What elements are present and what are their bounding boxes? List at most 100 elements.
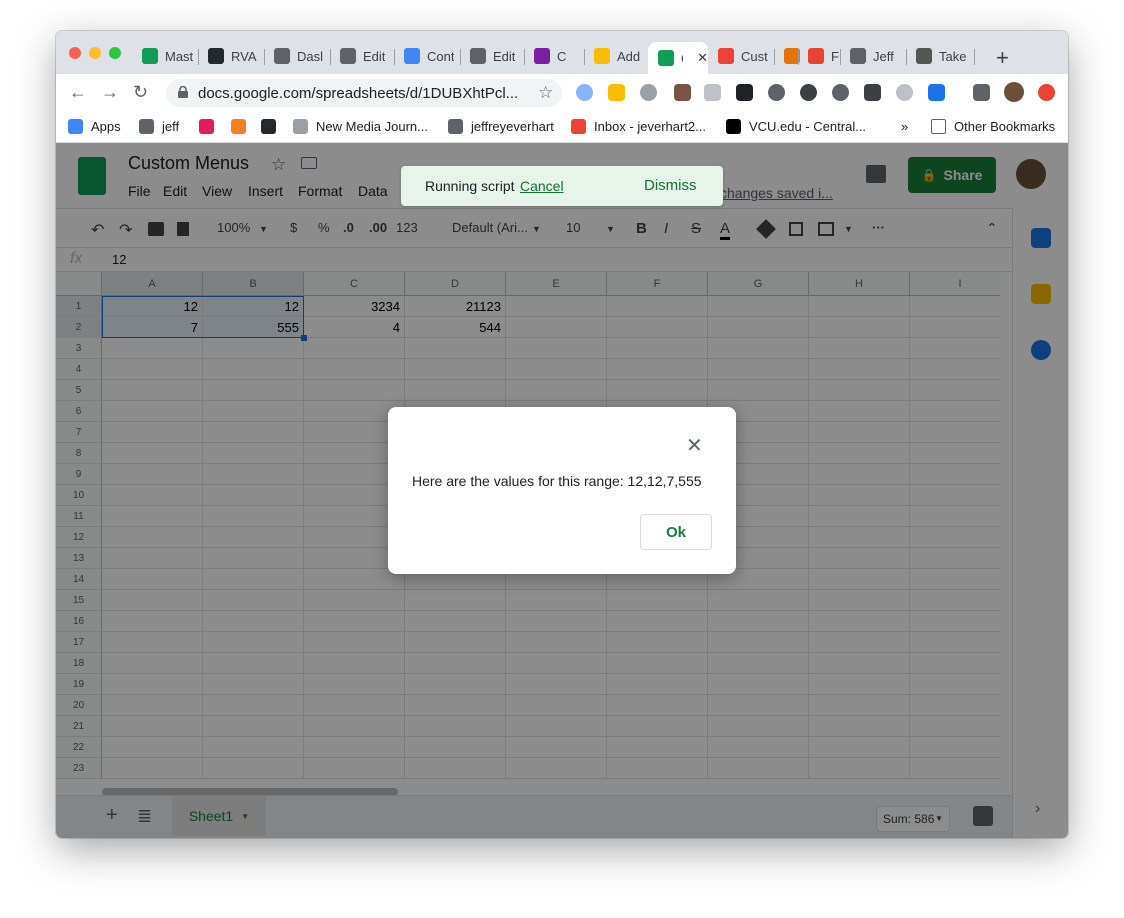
json-extension-icon[interactable]: [928, 84, 945, 101]
paint-format-icon[interactable]: [177, 222, 189, 236]
star-icon[interactable]: ☆: [271, 155, 286, 175]
font-chevron-icon[interactable]: ▼: [532, 224, 541, 234]
sheet-tab-chevron-icon[interactable]: ▼: [241, 812, 249, 821]
cell[interactable]: [708, 695, 809, 716]
cell[interactable]: [910, 737, 1000, 758]
cell[interactable]: [506, 359, 607, 380]
explore-icon[interactable]: [973, 806, 993, 826]
row-header[interactable]: 14: [56, 569, 102, 590]
cell[interactable]: [405, 632, 506, 653]
cell[interactable]: 544: [405, 317, 506, 338]
cell[interactable]: [102, 695, 203, 716]
close-icon[interactable]: ✕: [686, 433, 703, 458]
cell[interactable]: [405, 359, 506, 380]
row-header[interactable]: 16: [56, 611, 102, 632]
cell[interactable]: [607, 758, 708, 779]
cell[interactable]: [203, 674, 304, 695]
cell[interactable]: [809, 464, 910, 485]
row-header[interactable]: 17: [56, 632, 102, 653]
cell[interactable]: [506, 695, 607, 716]
cell[interactable]: [203, 758, 304, 779]
cell[interactable]: 21123: [405, 296, 506, 317]
dismiss-button[interactable]: Dismiss: [644, 177, 697, 194]
shield-check-icon[interactable]: [896, 84, 913, 101]
cell[interactable]: [809, 548, 910, 569]
row-header[interactable]: 13: [56, 548, 102, 569]
bookmark-3[interactable]: [231, 119, 254, 134]
cell[interactable]: [809, 737, 910, 758]
bold-button[interactable]: B: [636, 220, 647, 237]
formula-input[interactable]: 12: [112, 252, 126, 267]
cell[interactable]: [102, 569, 203, 590]
merge-cells-icon[interactable]: [818, 222, 834, 236]
menu-insert[interactable]: Insert: [248, 183, 283, 199]
grammarly-icon[interactable]: [800, 84, 817, 101]
cell[interactable]: [910, 632, 1000, 653]
row-header[interactable]: 19: [56, 674, 102, 695]
cell[interactable]: [102, 674, 203, 695]
cell[interactable]: [102, 716, 203, 737]
cell[interactable]: [304, 359, 405, 380]
bookmark-8[interactable]: VCU.edu - Central...: [726, 119, 866, 134]
cell[interactable]: [910, 611, 1000, 632]
zoom-select[interactable]: 100%: [217, 220, 250, 235]
cell[interactable]: [304, 695, 405, 716]
row-header[interactable]: 11: [56, 506, 102, 527]
currency-format-button[interactable]: $: [290, 220, 297, 235]
menu-view[interactable]: View: [202, 183, 232, 199]
bookmark-6[interactable]: jeffreyeverhart: [448, 119, 554, 134]
cell[interactable]: [405, 611, 506, 632]
cell[interactable]: [910, 569, 1000, 590]
cell[interactable]: [203, 338, 304, 359]
cell[interactable]: [506, 674, 607, 695]
cell[interactable]: [203, 527, 304, 548]
comments-icon[interactable]: [866, 165, 886, 183]
text-color-button[interactable]: A: [720, 220, 731, 240]
cell[interactable]: [708, 590, 809, 611]
reload-icon[interactable]: ↻: [133, 82, 148, 103]
cell[interactable]: [910, 653, 1000, 674]
maximize-window-button[interactable]: [109, 47, 121, 59]
row-header[interactable]: 22: [56, 737, 102, 758]
cell[interactable]: [102, 590, 203, 611]
cell[interactable]: [203, 359, 304, 380]
cell[interactable]: [304, 758, 405, 779]
cell[interactable]: [809, 380, 910, 401]
cell[interactable]: [102, 737, 203, 758]
row-header[interactable]: 2: [56, 317, 102, 338]
more-options-button[interactable]: ···: [872, 220, 885, 235]
cell[interactable]: [708, 611, 809, 632]
row-header[interactable]: 23: [56, 758, 102, 779]
cell[interactable]: [607, 380, 708, 401]
cell[interactable]: [506, 737, 607, 758]
cell[interactable]: [708, 296, 809, 317]
cell[interactable]: [708, 674, 809, 695]
cell[interactable]: [708, 359, 809, 380]
cell[interactable]: [506, 380, 607, 401]
tab-5[interactable]: Edit: [460, 42, 525, 70]
cell[interactable]: [203, 464, 304, 485]
cell[interactable]: [203, 716, 304, 737]
tab-0[interactable]: Mast: [132, 42, 199, 70]
cell[interactable]: [506, 653, 607, 674]
cell[interactable]: [506, 611, 607, 632]
cell[interactable]: [607, 716, 708, 737]
cell[interactable]: [102, 548, 203, 569]
cell[interactable]: [203, 548, 304, 569]
cell[interactable]: [708, 317, 809, 338]
cell[interactable]: [809, 611, 910, 632]
font-select[interactable]: Default (Ari...: [452, 220, 528, 235]
update-icon[interactable]: [1038, 84, 1055, 101]
cell[interactable]: [506, 758, 607, 779]
tab-9[interactable]: Cust: [708, 42, 775, 70]
row-header[interactable]: 1: [56, 296, 102, 317]
fill-handle[interactable]: [301, 335, 307, 341]
cell[interactable]: [203, 590, 304, 611]
cell[interactable]: [405, 590, 506, 611]
code-extension-icon[interactable]: [704, 84, 721, 101]
row-header[interactable]: 3: [56, 338, 102, 359]
cell[interactable]: [708, 338, 809, 359]
column-header[interactable]: C: [304, 272, 405, 296]
tab-6[interactable]: C: [524, 42, 585, 70]
cell[interactable]: [809, 506, 910, 527]
